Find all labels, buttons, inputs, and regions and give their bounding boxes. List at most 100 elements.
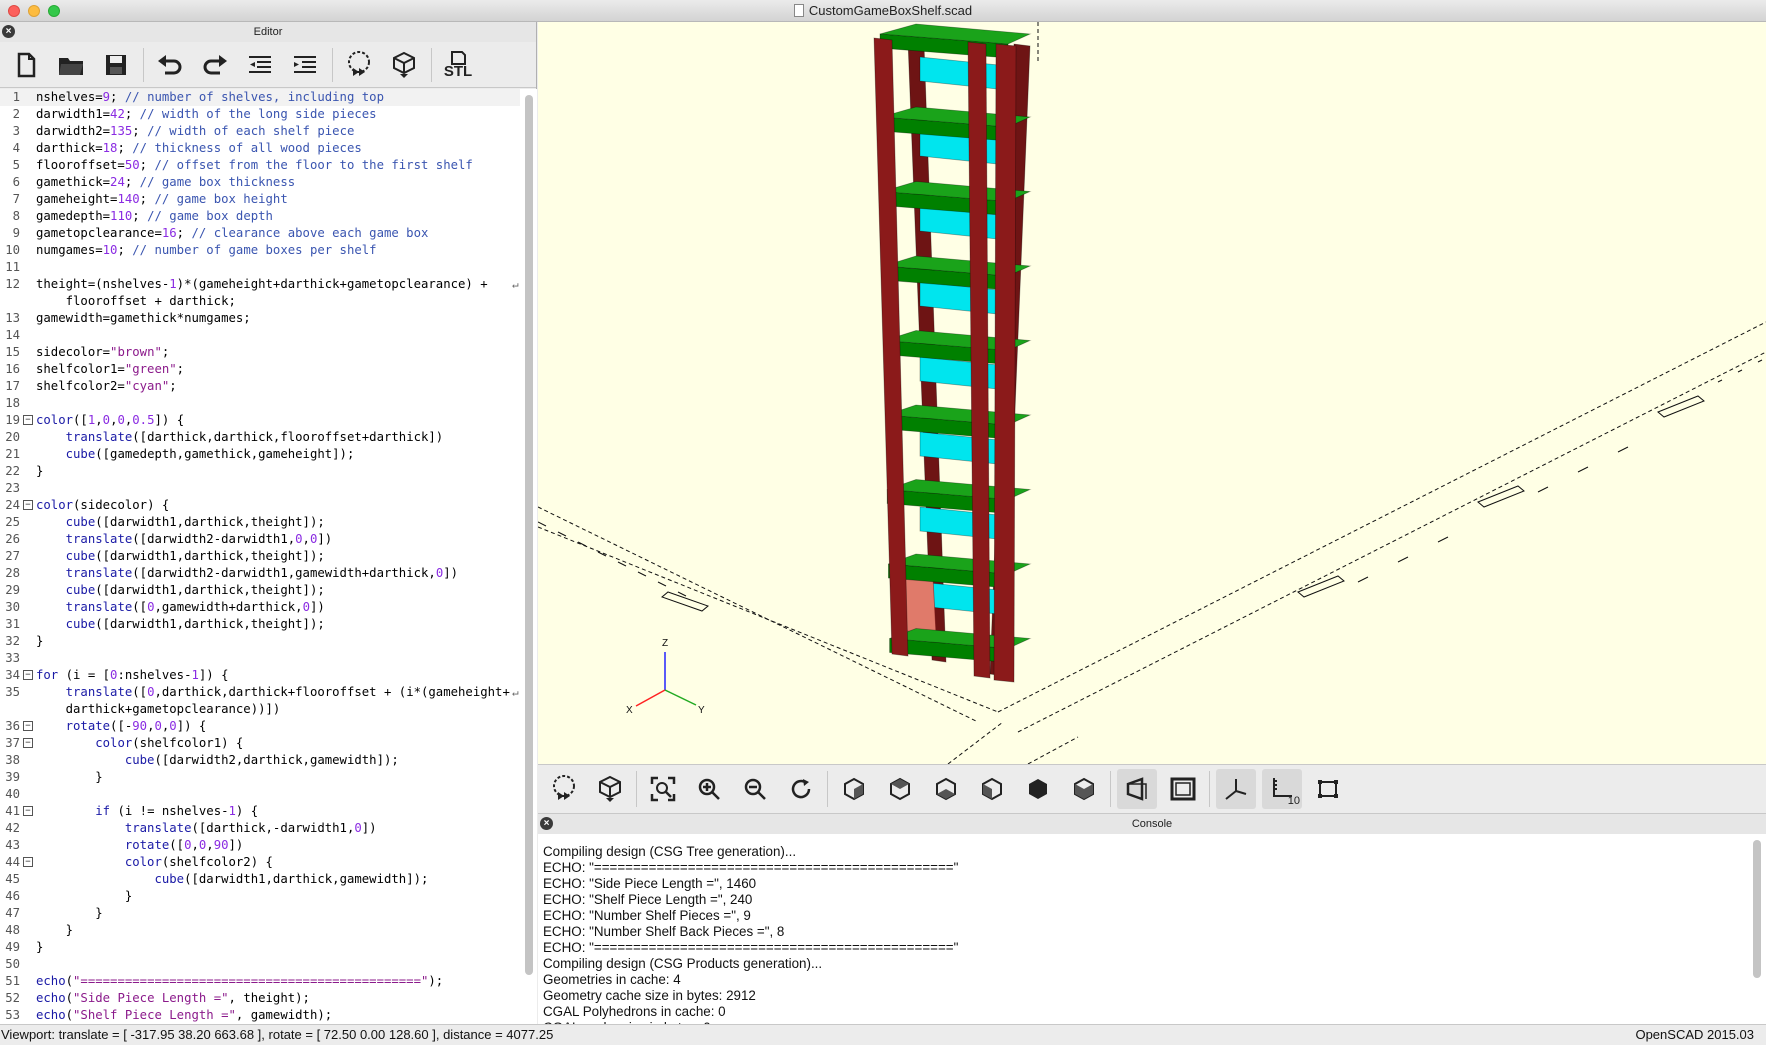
code-line[interactable]: 44− color(shelfcolor2) {	[0, 854, 537, 871]
code-line[interactable]: 23	[0, 480, 537, 497]
view-all-icon[interactable]	[643, 769, 683, 809]
code-line[interactable]: 15 sidecolor="brown";	[0, 344, 537, 361]
code-line[interactable]: 4 darthick=18; // thickness of all wood p…	[0, 140, 537, 157]
fold-toggle-icon[interactable]: −	[23, 721, 33, 731]
code-line[interactable]: 14	[0, 327, 537, 344]
code-line[interactable]: 28 translate([darwidth2-darwidth1,gamewi…	[0, 565, 537, 582]
console-scrollbar[interactable]	[1753, 840, 1761, 978]
fold-toggle-icon[interactable]: −	[23, 806, 33, 816]
code-line[interactable]: 49}	[0, 939, 537, 956]
fold-toggle-icon[interactable]: −	[23, 670, 33, 680]
code-line[interactable]: 7 gameheight=140; // game box height	[0, 191, 537, 208]
code-line[interactable]: 2 darwidth1=42; // width of the long side…	[0, 106, 537, 123]
code-line[interactable]: 43 rotate([0,0,90])	[0, 837, 537, 854]
show-edges-icon[interactable]	[1308, 769, 1348, 809]
window-minimize-button[interactable]	[28, 5, 40, 17]
code-line[interactable]: 22}	[0, 463, 537, 480]
perspective-icon[interactable]	[1117, 769, 1157, 809]
code-line[interactable]: darthick+gametopclearance))])	[0, 701, 537, 718]
fold-toggle-icon[interactable]: −	[23, 415, 33, 425]
view-top-icon[interactable]	[880, 769, 920, 809]
code-line[interactable]: 40	[0, 786, 537, 803]
code-line[interactable]: 17 shelfcolor2="cyan";	[0, 378, 537, 395]
render-icon[interactable]	[386, 47, 422, 83]
code-line[interactable]: 45 cube([darwidth1,darthick,gamewidth]);	[0, 871, 537, 888]
fold-toggle-icon[interactable]: −	[23, 857, 33, 867]
code-line[interactable]: 46 }	[0, 888, 537, 905]
code-line[interactable]: 20 translate([darthick,darthick,flooroff…	[0, 429, 537, 446]
code-line[interactable]: 31 cube([darwidth1,darthick,theight]);	[0, 616, 537, 633]
render-icon[interactable]	[590, 769, 630, 809]
code-line[interactable]: 18	[0, 395, 537, 412]
code-line[interactable]: 39 }	[0, 769, 537, 786]
code-line[interactable]: 52 echo("Side Piece Length =", theight);	[0, 990, 537, 1007]
show-scale-icon[interactable]: 10	[1262, 769, 1302, 809]
window-close-button[interactable]	[8, 5, 20, 17]
code-line[interactable]: 5 flooroffset=50; // offset from the floo…	[0, 157, 537, 174]
code-line[interactable]: 48 }	[0, 922, 537, 939]
code-line[interactable]: 6 gamethick=24; // game box thickness	[0, 174, 537, 191]
editor-close-icon[interactable]: ×	[2, 25, 15, 38]
line-number: 7	[12, 192, 20, 206]
fold-toggle-icon[interactable]: −	[23, 738, 33, 748]
code-line[interactable]: 51 echo("================================…	[0, 973, 537, 990]
redo-icon[interactable]	[197, 47, 233, 83]
code-line[interactable]: 50	[0, 956, 537, 973]
editor-scrollbar[interactable]	[525, 95, 533, 975]
zoom-in-icon[interactable]	[689, 769, 729, 809]
preview-icon[interactable]	[544, 769, 584, 809]
window-zoom-button[interactable]	[48, 5, 60, 17]
code-line[interactable]: 9 gametopclearance=16; // clearance above…	[0, 225, 537, 242]
code-line[interactable]: 34− for (i = [0:nshelves-1]) {	[0, 667, 537, 684]
code-line[interactable]: 25 cube([darwidth1,darthick,theight]);	[0, 514, 537, 531]
code-line[interactable]: 16 shelfcolor1="green";	[0, 361, 537, 378]
open-folder-icon[interactable]	[53, 47, 89, 83]
code-line[interactable]: 13 gamewidth=gamethick*numgames;	[0, 310, 537, 327]
code-line[interactable]: 53 echo("Shelf Piece Length =", gamewidth…	[0, 1007, 537, 1024]
fold-toggle-icon[interactable]: −	[23, 500, 33, 510]
code-line[interactable]: 19− color([1,0,0,0.5]) {	[0, 412, 537, 429]
show-axes-icon[interactable]	[1216, 769, 1256, 809]
code-line[interactable]: 8 gamedepth=110; // game box depth	[0, 208, 537, 225]
code-line[interactable]: 3 darwidth2=135; // width of each shelf p…	[0, 123, 537, 140]
code-line[interactable]: 12 theight=(nshelves-1)*(gameheight+darth…	[0, 276, 537, 293]
code-editor[interactable]: 1 nshelves=9; // number of shelves, inclu…	[0, 89, 537, 1024]
code-line[interactable]: 1 nshelves=9; // number of shelves, inclu…	[0, 89, 520, 106]
code-text: if (i != nshelves-1) {	[95, 804, 259, 818]
export-stl-button[interactable]: STL	[440, 47, 476, 83]
code-line[interactable]: 33	[0, 650, 537, 667]
code-line[interactable]: flooroffset + darthick;	[0, 293, 537, 310]
reset-view-icon[interactable]	[781, 769, 821, 809]
code-line[interactable]: 11	[0, 259, 537, 276]
console-close-icon[interactable]: ×	[540, 817, 553, 830]
code-line[interactable]: 30 translate([0,gamewidth+darthick,0])	[0, 599, 537, 616]
unindent-icon[interactable]	[242, 47, 278, 83]
code-line[interactable]: 21 cube([gamedepth,gamethick,gameheight]…	[0, 446, 537, 463]
indent-icon[interactable]	[287, 47, 323, 83]
code-line[interactable]: 41− if (i != nshelves-1) {	[0, 803, 537, 820]
save-disk-icon[interactable]	[98, 47, 134, 83]
code-line[interactable]: 26 translate([darwidth2-darwidth1,0,0])	[0, 531, 537, 548]
code-line[interactable]: 29 cube([darwidth1,darthick,theight]);	[0, 582, 537, 599]
preview-icon[interactable]	[341, 47, 377, 83]
view-back-icon[interactable]	[1064, 769, 1104, 809]
code-line[interactable]: 47 }	[0, 905, 537, 922]
new-file-icon[interactable]	[8, 47, 44, 83]
code-line[interactable]: 27 cube([darwidth1,darthick,theight]);	[0, 548, 537, 565]
view-bottom-icon[interactable]	[926, 769, 966, 809]
zoom-out-icon[interactable]	[735, 769, 775, 809]
3d-viewport[interactable]: Z X Y	[538, 22, 1766, 764]
orthogonal-icon[interactable]	[1163, 769, 1203, 809]
code-line[interactable]: 35 translate([0,darthick,darthick+flooro…	[0, 684, 537, 701]
undo-icon[interactable]	[152, 47, 188, 83]
code-line[interactable]: 10 numgames=10; // number of game boxes p…	[0, 242, 537, 259]
view-front-icon[interactable]	[1018, 769, 1058, 809]
view-right-icon[interactable]	[834, 769, 874, 809]
view-left-icon[interactable]	[972, 769, 1012, 809]
code-line[interactable]: 24− color(sidecolor) {	[0, 497, 537, 514]
code-line[interactable]: 37− color(shelfcolor1) {	[0, 735, 537, 752]
code-line[interactable]: 36− rotate([-90,0,0]) {	[0, 718, 537, 735]
code-line[interactable]: 38 cube([darwidth2,darthick,gamewidth]);	[0, 752, 537, 769]
code-line[interactable]: 32}	[0, 633, 537, 650]
code-line[interactable]: 42 translate([darthick,-darwidth1,0])	[0, 820, 537, 837]
